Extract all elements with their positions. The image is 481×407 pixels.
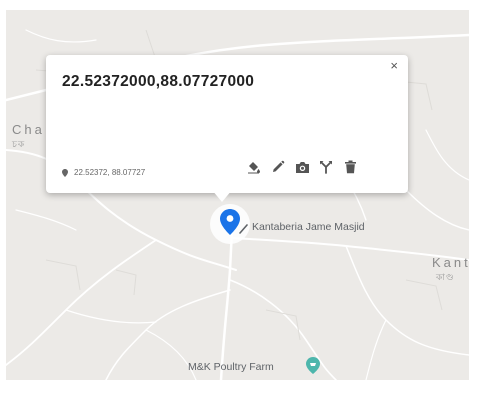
photo-button[interactable]: [294, 159, 310, 175]
place-label-cha: Cha: [12, 122, 45, 137]
poi-label-kantaberia-jame-masjid[interactable]: Kantaberia Jame Masjid: [252, 221, 365, 233]
place-sublabel-kant: কাণ্ড: [436, 272, 455, 282]
camera-icon: [295, 161, 309, 173]
close-button[interactable]: ×: [386, 57, 402, 75]
fill-icon: [248, 162, 260, 174]
location-popup: 22.52372000,88.07727000 × 22.52372, 88.0…: [46, 55, 408, 193]
directions-button[interactable]: [318, 159, 334, 175]
coordinates-text: 22.52372, 88.07727: [74, 168, 146, 177]
poi-label-mk-poultry-farm[interactable]: M&K Poultry Farm: [188, 361, 274, 373]
delete-button[interactable]: [342, 159, 358, 175]
popup-pointer: [212, 190, 232, 202]
small-pin-icon: [62, 168, 68, 177]
map-frame: Cha চক Kant কাণ্ড Kantaberia Jame Masjid…: [0, 0, 481, 407]
popup-title: 22.52372000,88.07727000: [62, 73, 255, 90]
place-sublabel-cha: চক: [12, 139, 26, 149]
edit-button[interactable]: [270, 159, 286, 175]
place-label-kant: Kant: [432, 255, 469, 270]
farm-poi-icon[interactable]: [306, 357, 320, 374]
pencil-icon: [273, 160, 285, 172]
close-icon: ×: [390, 58, 398, 73]
map-pin-icon: [220, 209, 240, 235]
popup-toolbar: [246, 159, 366, 175]
route-icon: [320, 161, 332, 174]
style-button[interactable]: [246, 159, 262, 175]
mosque-poi-icon[interactable]: [238, 222, 250, 234]
popup-coordinates: 22.52372, 88.07727: [62, 168, 145, 177]
trash-icon: [344, 160, 356, 174]
